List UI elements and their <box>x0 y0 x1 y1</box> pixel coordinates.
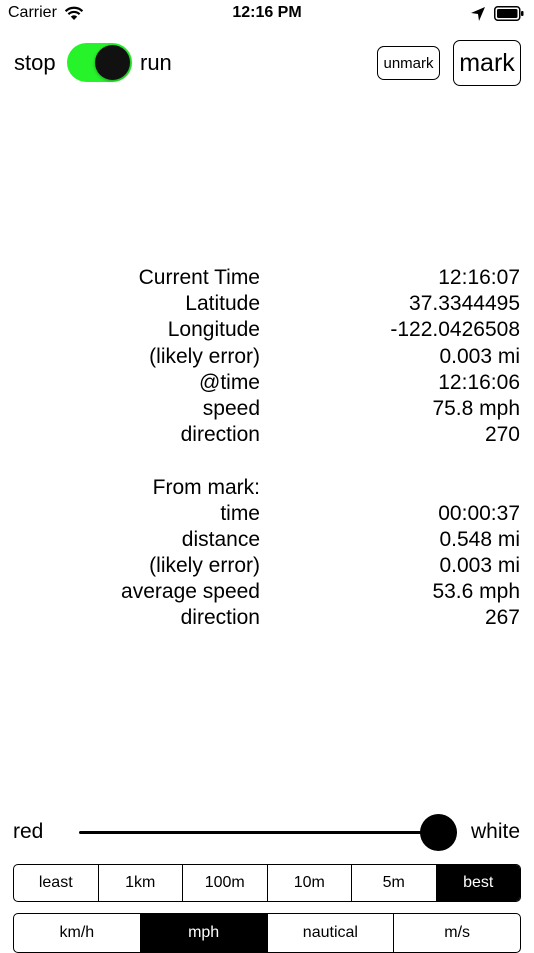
accuracy-segment-least[interactable]: least <box>14 865 98 901</box>
row-value: 12:16:06 <box>438 370 520 394</box>
row-mark-distance: distance 0.548 mi <box>0 528 534 554</box>
row-value: 37.3344495 <box>409 292 520 316</box>
accuracy-segment-10m[interactable]: 10m <box>266 865 352 901</box>
accuracy-segmented-control: least 1km 100m 10m 5m best <box>13 864 521 902</box>
units-segmented-control: km/h mph nautical m/s <box>13 913 521 953</box>
row-mark-likely-error: (likely error) 0.003 mi <box>0 554 534 580</box>
row-label: direction <box>180 423 260 447</box>
row-mark-time: time 00:00:37 <box>0 502 534 528</box>
unmark-button[interactable]: unmark <box>377 46 440 80</box>
mark-button[interactable]: mark <box>453 40 521 86</box>
row-label: @time <box>199 370 260 394</box>
units-segment-nautical[interactable]: nautical <box>266 914 394 952</box>
status-time: 12:16 PM <box>232 4 302 21</box>
color-slider-thumb[interactable] <box>419 814 457 851</box>
from-mark-heading: From mark: <box>152 475 260 499</box>
row-value: 0.003 mi <box>439 344 520 368</box>
from-mark-heading-row: From mark: <box>0 476 534 502</box>
row-fix-time: @time 12:16:06 <box>0 371 534 397</box>
row-label: distance <box>181 527 260 551</box>
row-label: (likely error) <box>149 344 260 368</box>
row-longitude: Longitude -122.0426508 <box>0 318 534 344</box>
slider-max-label: white <box>470 820 520 843</box>
toggle-knob[interactable] <box>95 45 130 80</box>
row-label: Latitude <box>185 292 260 316</box>
row-value: 0.003 mi <box>439 554 520 578</box>
stop-label: stop <box>14 50 56 75</box>
row-label: Longitude <box>167 318 260 342</box>
accuracy-segment-100m[interactable]: 100m <box>182 865 267 901</box>
row-value: -122.0426508 <box>390 318 520 342</box>
row-label: speed <box>202 396 260 420</box>
accuracy-segment-1km[interactable]: 1km <box>97 865 183 901</box>
row-speed: speed 75.8 mph <box>0 397 534 423</box>
row-value: 12:16:07 <box>438 266 520 289</box>
row-latitude: Latitude 37.3344495 <box>0 292 534 318</box>
row-value: 75.8 mph <box>432 396 520 420</box>
row-value: 0.548 mi <box>439 527 520 551</box>
row-current-time: Current Time 12:16:07 <box>0 266 534 292</box>
accuracy-segment-5m[interactable]: 5m <box>351 865 436 901</box>
color-slider-track[interactable] <box>79 831 457 834</box>
row-label: direction <box>180 606 260 630</box>
battery-icon <box>494 6 524 21</box>
status-bar: Carrier 12:16 PM <box>0 0 534 30</box>
row-label: average speed <box>121 580 260 604</box>
row-direction: direction 270 <box>0 423 534 449</box>
row-mark-direction: direction 267 <box>0 606 534 632</box>
location-arrow-icon <box>471 7 485 21</box>
row-likely-error: (likely error) 0.003 mi <box>0 345 534 371</box>
readout-table: Current Time 12:16:07 Latitude 37.334449… <box>0 266 534 633</box>
row-value: 53.6 mph <box>432 580 520 604</box>
units-segment-ms[interactable]: m/s <box>393 914 520 952</box>
row-label: (likely error) <box>149 554 260 578</box>
row-spacer <box>0 449 534 475</box>
accuracy-segment-best[interactable]: best <box>435 865 520 901</box>
row-value: 270 <box>484 423 520 447</box>
row-value: 00:00:37 <box>438 501 520 525</box>
row-mark-average-speed: average speed 53.6 mph <box>0 580 534 606</box>
units-segment-kmh[interactable]: km/h <box>14 914 140 952</box>
units-segment-mph[interactable]: mph <box>139 914 267 952</box>
slider-min-label: red <box>13 820 44 843</box>
row-label: Current Time <box>138 266 260 289</box>
row-label: time <box>220 501 260 525</box>
run-toggle[interactable] <box>67 43 132 82</box>
run-label: run <box>140 50 172 75</box>
row-value: 267 <box>484 606 520 630</box>
